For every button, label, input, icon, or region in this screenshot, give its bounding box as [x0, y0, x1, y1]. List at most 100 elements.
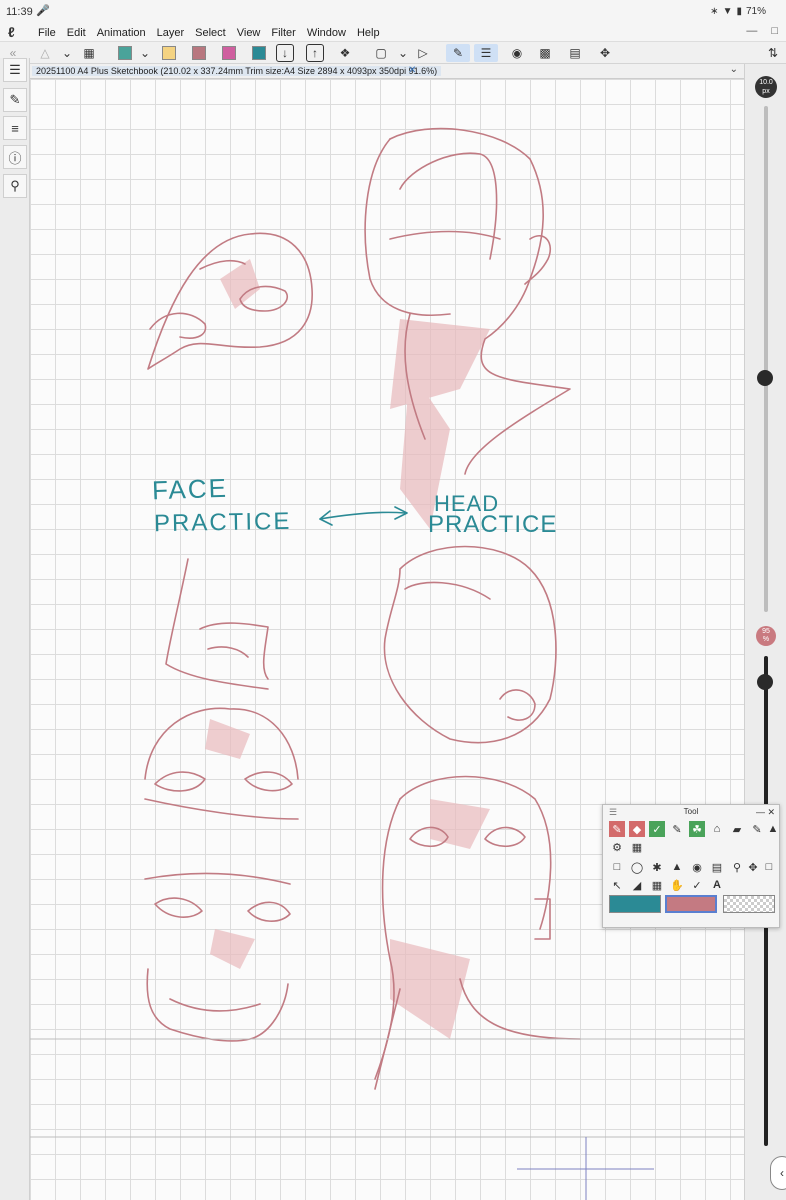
export-icon[interactable]: ↑	[306, 44, 324, 62]
menu-file[interactable]: File	[38, 27, 56, 39]
arrow-stroke	[319, 511, 406, 520]
transform-icon[interactable]: ▢	[372, 44, 390, 62]
chevron-down-icon[interactable]: ⌄	[730, 64, 738, 75]
menu-edit[interactable]: Edit	[67, 27, 86, 39]
ruler-icon[interactable]: ◢	[629, 877, 645, 893]
shade-mark	[390, 939, 470, 1039]
grip-icon[interactable]: ☰	[609, 805, 617, 819]
menu-filter[interactable]: Filter	[271, 27, 295, 39]
swatch-teal[interactable]	[118, 46, 132, 60]
fill-icon[interactable]: ▲	[765, 821, 781, 837]
transparent-swatch[interactable]	[723, 895, 775, 913]
brush-size-slider[interactable]	[764, 106, 768, 612]
swatch-pink[interactable]	[222, 46, 236, 60]
menu-select[interactable]: Select	[195, 27, 226, 39]
swatch-yellow[interactable]	[162, 46, 176, 60]
pen-settings-icon[interactable]: ✎	[3, 88, 27, 112]
magic-wand-icon[interactable]: ✱	[649, 859, 665, 875]
import-icon[interactable]: ↓	[276, 44, 294, 62]
tool-panel-header[interactable]: ☰ Tool — ✕	[603, 805, 779, 819]
app-logo-icon[interactable]: ℓ	[8, 24, 15, 40]
airbrush-icon[interactable]: ⌂	[709, 821, 725, 837]
zoom-icon[interactable]: ⚲	[729, 859, 745, 875]
marquee-icon[interactable]: □	[609, 859, 625, 875]
eyedropper-icon[interactable]: ✓	[689, 877, 705, 893]
battery-text: 71%	[745, 6, 766, 17]
lasso-icon[interactable]: ◯	[629, 859, 645, 875]
brush-size-indicator[interactable]: 10.0 px	[755, 76, 777, 98]
move-icon[interactable]: ✥	[745, 859, 761, 875]
sketch-stroke	[364, 138, 451, 317]
eraser-icon[interactable]: △	[36, 44, 54, 62]
ink-icon[interactable]: ◆	[629, 821, 645, 837]
hand-icon[interactable]: ✋	[669, 877, 685, 893]
bucket-icon[interactable]: ▲	[669, 859, 685, 875]
frame-icon[interactable]: □	[761, 859, 777, 875]
chevron-down-icon[interactable]: ⌄	[136, 44, 154, 62]
sketch-stroke	[383, 545, 557, 744]
chevron-down-icon[interactable]: ⌄	[58, 44, 76, 62]
grid-icon[interactable]: ▦	[629, 839, 645, 855]
face-practice-text: PRACTICE	[153, 507, 292, 538]
battery-icon: ▮	[736, 6, 742, 17]
command-bar: « △ ⌄ ▦ ⌄ ↓ ↑ ❖ ▢ ⌄ ▷ ✎ ☰ ◉ ▩ ▤ ✥ ⇅	[0, 42, 786, 64]
layer-tool-icon[interactable]: ☰	[474, 44, 498, 62]
move-icon[interactable]: ✥	[596, 44, 614, 62]
menu-layer[interactable]: Layer	[157, 27, 185, 39]
collapse-right-icon[interactable]: ‹	[770, 1156, 786, 1190]
brush-size-knob[interactable]	[757, 370, 773, 386]
spiral-icon[interactable]: ◉	[689, 859, 705, 875]
sketch-stroke	[389, 230, 501, 240]
brush-icon[interactable]: ✓	[649, 821, 665, 837]
shading-group	[205, 259, 490, 1039]
minimize-icon[interactable]: —	[746, 25, 757, 37]
head-practice-text: PRACTICE	[428, 511, 558, 538]
grid-icon[interactable]: ▩	[536, 44, 554, 62]
pencil-icon[interactable]: ✎	[669, 821, 685, 837]
sketch-stroke	[499, 689, 536, 721]
menu-window[interactable]: Window	[307, 27, 346, 39]
close-tab-icon[interactable]: ✕	[408, 65, 416, 76]
menu-help[interactable]: Help	[357, 27, 380, 39]
opacity-knob[interactable]	[757, 674, 773, 690]
document-tab[interactable]: 20251100 A4 Plus Sketchbook (210.02 x 33…	[30, 64, 744, 79]
layers-icon[interactable]: ☰	[3, 58, 27, 82]
sketch-stroke	[399, 775, 552, 930]
system-status-bar: 11:39 🎤 ∗ ▼ ▮ 71%	[0, 0, 786, 24]
menu-bar: ℓ File Edit Animation Layer Select View …	[0, 24, 786, 42]
flip-icon[interactable]: ▷	[414, 44, 432, 62]
search-icon[interactable]: ⚲	[3, 174, 27, 198]
info-icon[interactable]: ⓘ	[3, 145, 27, 169]
pen-tool-icon[interactable]: ✎	[446, 44, 470, 62]
adjust-icon[interactable]: ⇅	[764, 44, 782, 62]
paint-icon[interactable]: ☘	[689, 821, 705, 837]
eraser-icon[interactable]: ▰	[729, 821, 745, 837]
menu-animation[interactable]: Animation	[97, 27, 146, 39]
object-icon[interactable]: ↖	[609, 877, 625, 893]
gradient-icon[interactable]: ▤	[709, 859, 725, 875]
text-icon[interactable]: A	[709, 877, 725, 893]
document-title: 20251100 A4 Plus Sketchbook (210.02 x 33…	[32, 66, 442, 76]
panel-close-icon[interactable]: — ✕	[756, 805, 775, 819]
menu-view[interactable]: View	[237, 27, 261, 39]
panel-icon[interactable]: ▦	[649, 877, 665, 893]
gear-icon[interactable]: ⚙	[609, 839, 625, 855]
swatch-rose[interactable]	[192, 46, 206, 60]
bluetooth-icon: ∗	[710, 6, 719, 17]
blend-icon[interactable]: ✎	[749, 821, 765, 837]
maximize-icon[interactable]: □	[771, 25, 778, 37]
swatch-blue[interactable]	[252, 46, 266, 60]
opacity-value: 95	[762, 628, 770, 635]
right-rail: 10.0 px 95 %	[744, 64, 786, 1200]
sub-color-swatch[interactable]	[665, 895, 717, 913]
main-color-swatch[interactable]	[609, 895, 661, 913]
share-icon[interactable]: ❖	[336, 44, 354, 62]
navigator-icon[interactable]: ◉	[508, 44, 526, 62]
pen-icon[interactable]: ✎	[609, 821, 625, 837]
material-icon[interactable]: ▤	[566, 44, 584, 62]
opacity-indicator[interactable]: 95 %	[756, 626, 776, 646]
adjust-icon[interactable]: ≡	[3, 116, 27, 140]
selection-icon[interactable]: ▦	[80, 44, 98, 62]
chevron-down-icon[interactable]: ⌄	[394, 44, 412, 62]
drawing-canvas[interactable]: FACE PRACTICE HEAD PRACTICE	[30, 79, 744, 1200]
